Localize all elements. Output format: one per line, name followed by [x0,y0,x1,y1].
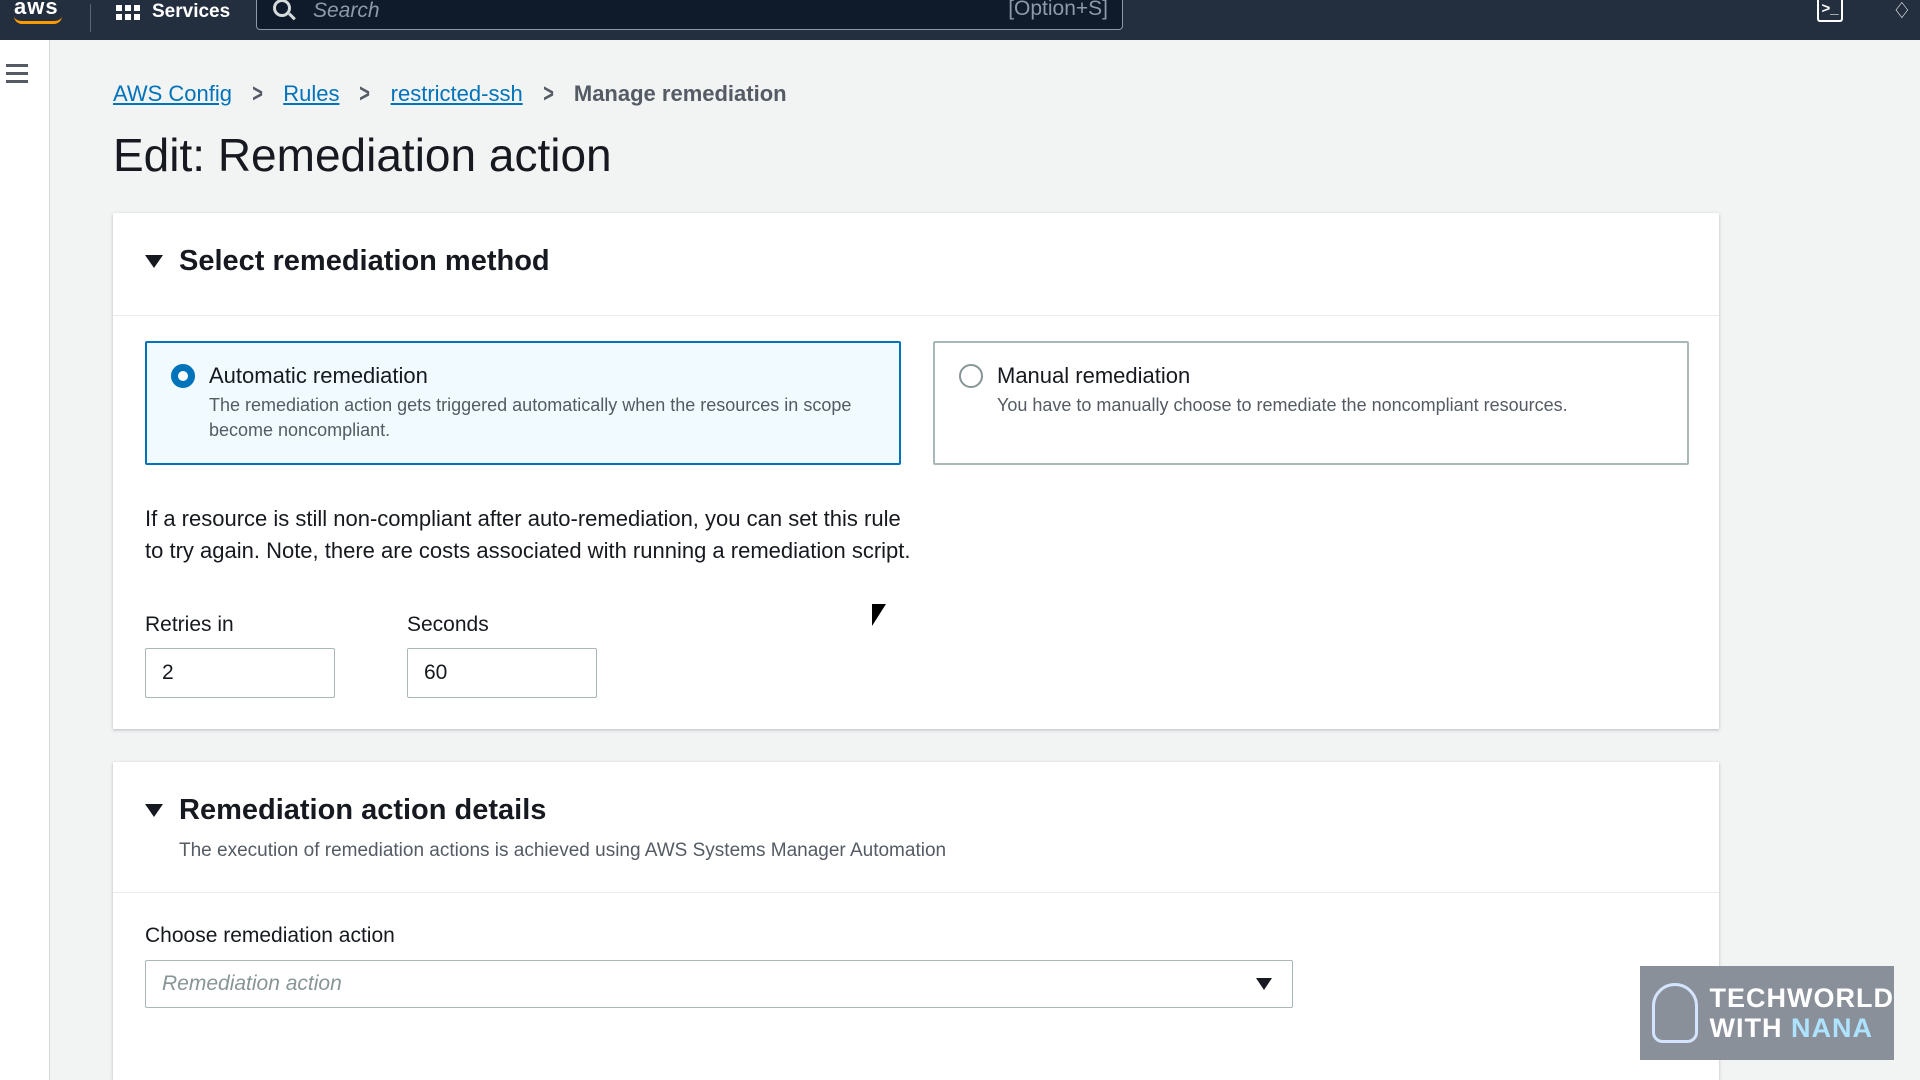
automatic-remediation-radio[interactable] [171,364,195,388]
manual-remediation-tile[interactable]: Manual remediation You have to manually … [933,341,1689,465]
tile-description: You have to manually choose to remediate… [997,395,1568,415]
cloudshell-icon[interactable]: >_ [1817,0,1843,22]
retries-input[interactable] [145,648,335,698]
manual-remediation-radio[interactable] [959,364,983,388]
global-search-bar[interactable]: Search [Option+S] [256,0,1123,30]
automatic-remediation-tile[interactable]: Automatic remediation The remediation ac… [145,341,901,465]
techworld-watermark: TECHWORLD WITH NANA [1640,966,1894,1060]
breadcrumb: AWS Config > Rules > restricted-ssh > Ma… [113,78,787,109]
watermark-accent: NANA [1791,1013,1873,1043]
chevron-right-icon: > [542,78,554,108]
tile-title: Manual remediation [997,363,1191,388]
nav-divider [90,4,91,32]
remediation-details-header[interactable]: Remediation action details The execution… [113,762,1719,893]
services-label: Services [152,1,231,22]
watermark-prefix: WITH [1709,1013,1791,1043]
seconds-input[interactable] [407,648,597,698]
choose-remediation-label: Choose remediation action [145,924,395,947]
breadcrumb-rule-link[interactable]: restricted-ssh [391,81,523,107]
breadcrumb-current: Manage remediation [573,80,787,106]
retry-note: If a resource is still non-compliant aft… [145,506,911,563]
tile-title: Automatic remediation [209,363,428,388]
mouse-cursor-icon [872,604,886,626]
search-icon [273,0,291,17]
panel-description: The execution of remediation actions is … [179,840,947,861]
breadcrumb-aws-config-link[interactable]: AWS Config [113,81,232,107]
page-title: Edit: Remediation action [113,129,612,181]
search-placeholder: Search [313,0,380,22]
caret-down-icon[interactable] [145,255,163,268]
retries-label: Retries in [145,613,234,636]
select-placeholder: Remediation action [162,972,342,995]
side-navigation-rail [0,40,50,1080]
notifications-bell-icon[interactable]: ♢ [1892,0,1920,23]
panel-title: Remediation action details [179,794,547,826]
watermark-line2: WITH NANA [1710,1013,1894,1043]
watermark-line1: TECHWORLD [1709,983,1894,1013]
top-nav-bar: aws Services Search [Option+S] >_ ♢ [0,0,1920,40]
remediation-method-panel: Select remediation method Automatic reme… [113,213,1719,729]
remediation-details-panel: Remediation action details The execution… [113,762,1719,1080]
aws-logo-smile-icon [14,16,62,24]
dropdown-caret-icon [1256,978,1272,990]
tile-description: The remediation action gets triggered au… [209,395,852,440]
chevron-right-icon: > [359,78,371,108]
caret-down-icon[interactable] [145,804,163,817]
seconds-label: Seconds [407,613,489,636]
chevron-right-icon: > [252,78,263,108]
services-menu-button[interactable]: Services [116,0,230,24]
lightbulb-icon [1652,983,1698,1043]
search-shortcut-hint: [Option+S] [1008,0,1108,20]
panel-title: Select remediation method [179,245,550,277]
watermark-text: TECHWORLD WITH NANA [1710,983,1894,1043]
breadcrumb-rules-link[interactable]: Rules [283,81,339,107]
services-grid-icon [116,4,140,20]
remediation-method-header[interactable]: Select remediation method [113,213,1719,316]
remediation-action-select[interactable]: Remediation action [145,960,1293,1008]
hamburger-menu-icon[interactable] [6,64,28,88]
